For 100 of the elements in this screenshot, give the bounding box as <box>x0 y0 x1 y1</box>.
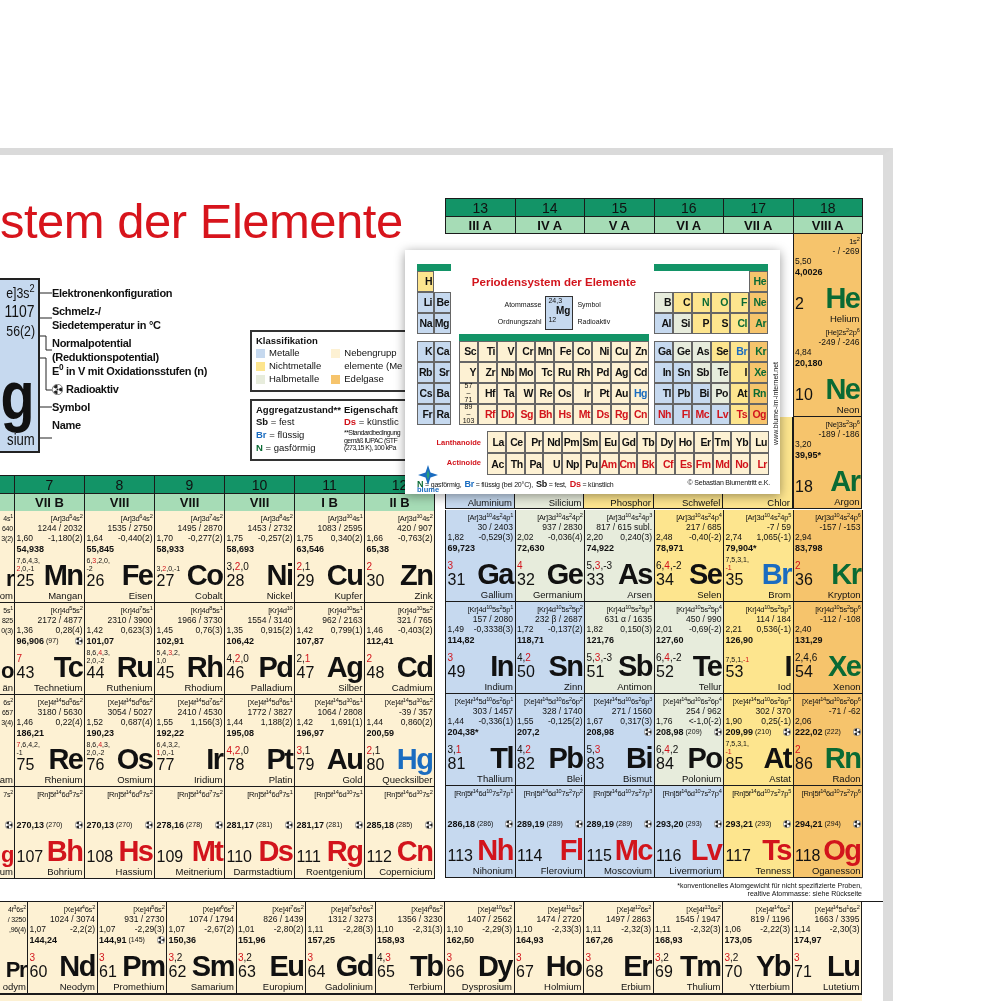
mini-element-symbol: La <box>492 436 504 448</box>
element-name: Radon <box>832 773 861 784</box>
group-label: I B <box>295 493 365 511</box>
atomic-number: 108 <box>86 848 114 866</box>
oxidation-states: 3,1 <box>447 744 463 755</box>
atomic-number: 62 <box>168 963 187 981</box>
mini-element-symbol: Fe <box>559 346 571 357</box>
atomic-number: 2 <box>795 295 804 313</box>
group-label: VII B <box>15 493 85 511</box>
group-number: 18 <box>793 198 863 216</box>
melting-boiling-point: 826 / 1439 <box>263 914 304 924</box>
mini-element-symbol: Ni <box>599 346 609 357</box>
element-name: än <box>2 682 13 693</box>
atomic-mass: 192,22 <box>156 727 185 738</box>
atomic-number: 18 <box>795 478 813 496</box>
element-name: Oganesson <box>811 865 861 876</box>
element-symbol: Mn <box>43 561 83 590</box>
mini-element-symbol: Sc <box>464 346 476 357</box>
normal-potential: -2,29(3) <box>134 924 165 934</box>
melting-boiling-point: 1772 / 3827 <box>247 707 293 717</box>
atomic-number: 26 <box>86 572 106 590</box>
element-symbol: As <box>617 560 652 589</box>
electronegativity: 2,74 <box>725 532 743 542</box>
melting-boiling-point: 1407 / 2562 <box>467 914 512 924</box>
mini-element-symbol: Pa <box>529 458 542 470</box>
element-name: Osmium <box>117 774 153 785</box>
oxidation-states: 4 <box>517 560 524 571</box>
electronegativity: 1,35 <box>226 625 244 635</box>
normal-potential: -0,277(2) <box>188 533 223 543</box>
normal-potential: <-1,0(-2) <box>688 716 722 726</box>
melting-boiling-point: 420 / 907 <box>397 523 433 533</box>
element-symbol: Tl <box>490 744 513 773</box>
group-label: VIII <box>155 493 225 511</box>
oxidation-states: 6,4,2 <box>656 744 679 755</box>
atomic-number: 65 <box>377 963 395 981</box>
element-name: Erbium <box>620 981 651 992</box>
mini-element-symbol: Bi <box>699 388 709 399</box>
atomic-number: 77 <box>156 756 176 774</box>
element-name: Phosphor <box>610 497 651 508</box>
melting-boiling-point: 1474 / 2720 <box>536 914 582 924</box>
element-symbol: Hs <box>118 837 153 866</box>
normal-potential: -2,32(3) <box>690 924 721 934</box>
electronegativity: 1,70 <box>156 533 174 543</box>
element-name: Cobalt <box>195 590 223 601</box>
normal-potential: 0,536(-1) <box>756 624 791 634</box>
element-symbol: Ne <box>825 375 860 404</box>
atomic-number: 61 <box>99 963 117 981</box>
atomic-mass: 186,21 <box>16 727 45 738</box>
group-number: 8 <box>85 475 155 493</box>
normal-potential: -0,763(2) <box>398 533 433 543</box>
melting-boiling-point: 1244 / 2032 <box>37 523 83 533</box>
element-symbol: Cd <box>396 653 433 682</box>
electronegativity: 1,72 <box>517 624 534 634</box>
mini-element-symbol: As <box>696 346 709 357</box>
normal-potential: 0,317(3) <box>620 716 652 726</box>
element-name: Eisen <box>128 590 153 601</box>
electronegativity: 1,55 <box>156 717 174 727</box>
oxidation-states: 2 <box>795 560 802 571</box>
element-name: um <box>0 866 13 877</box>
electronegativity: 1,52 <box>86 717 104 727</box>
atomic-mass: 281,17 <box>296 819 325 830</box>
mini-element-symbol: Ts <box>736 409 747 420</box>
atomic-number: 51 <box>586 663 606 681</box>
melting-boiling-point: -7 / 59 <box>766 522 791 532</box>
mini-element-symbol: Ho <box>678 436 692 448</box>
oxidation-states: 2 <box>795 744 802 755</box>
mini-element-symbol: Os <box>558 388 571 399</box>
mini-element-symbol: Nb <box>501 367 514 378</box>
element-name: Darmstadtium <box>233 866 293 877</box>
electronegativity: 2,06 <box>795 716 812 726</box>
oxidation-states: 3 <box>99 952 106 963</box>
element-name: Samarium <box>190 981 234 992</box>
mini-element-symbol: Cl <box>737 318 747 329</box>
melting-boiling-point: 1064 / 2808 <box>317 707 363 717</box>
mini-element-symbol: Dy <box>660 436 673 448</box>
element-name: Thallium <box>477 773 513 784</box>
mini-element-symbol: Sr <box>438 367 449 378</box>
mini-element-symbol: No <box>735 458 749 470</box>
melting-boiling-point: 157 / 2080 <box>472 614 513 624</box>
element-symbol: Br <box>761 560 791 589</box>
element-name: Chlor <box>767 497 790 508</box>
normal-potential: 0,25(-1) <box>761 716 791 726</box>
legend-label: Normalpotential (Reduktionspotential) E$^{0}$ in V mit Oxidationsstufen (n) <box>52 336 208 378</box>
electronegativity: 1,10 <box>377 924 394 934</box>
oxidation-states: 3 <box>307 952 315 963</box>
mini-element-symbol: Ti <box>486 346 495 357</box>
oxidation-states: 3,2 <box>724 952 740 963</box>
legend-label: Radioaktiv <box>66 382 119 396</box>
oxidation-states: 4,3 <box>377 952 392 963</box>
group-number: 14 <box>515 198 585 216</box>
melting-boiling-point: 2310 / 3900 <box>107 615 153 625</box>
atomic-mass: 195,08 <box>226 727 255 738</box>
oxidation-states: 3 <box>446 952 454 963</box>
normal-potential: 0,687(4) <box>120 717 153 727</box>
group-label: V A <box>585 216 655 234</box>
electronegativity: 1,44 <box>447 716 465 726</box>
atomic-number: 33 <box>586 571 606 589</box>
element-symbol: Co <box>186 561 223 590</box>
atomic-mass: 102,91 <box>156 635 185 646</box>
oxidation-states: 3,2,0 <box>226 561 249 572</box>
